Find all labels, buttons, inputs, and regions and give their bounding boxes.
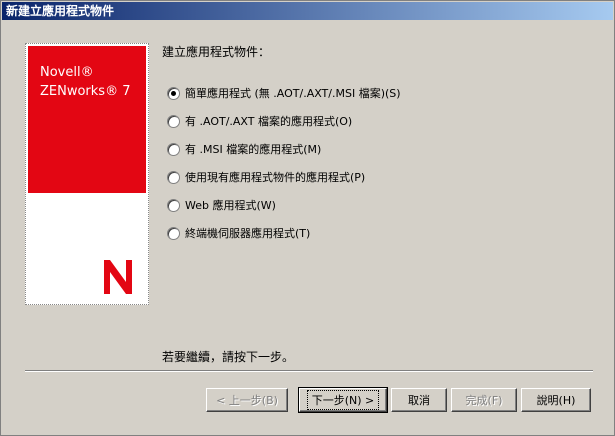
radio-simple-app[interactable] — [167, 86, 180, 100]
option-label: 使用現有應用程式物件的應用程式(P) — [185, 171, 366, 184]
brand-novell: Novell® — [40, 65, 94, 80]
section-heading: 建立應用程式物件： — [162, 45, 271, 59]
novell-n-logo-icon — [104, 260, 132, 294]
brand-banner: Novell® ZENworks® 7 — [25, 43, 149, 305]
title-bar[interactable]: 新建立應用程式物件 — [2, 2, 613, 20]
back-button[interactable]: < 上一步(B) — [206, 388, 288, 412]
option-terminal-server-app[interactable]: 終端機伺服器應用程式(T) — [167, 225, 310, 241]
next-button[interactable]: 下一步(N) > — [298, 387, 388, 413]
option-simple-app[interactable]: 簡單應用程式 (無 .AOT/.AXT/.MSI 檔案)(S) — [167, 85, 401, 101]
brand-zenworks: ZENworks® 7 — [40, 84, 131, 99]
help-button[interactable]: 說明(H) — [521, 388, 591, 412]
option-label: 終端機伺服器應用程式(T) — [185, 227, 311, 240]
brand-red-panel: Novell® ZENworks® 7 — [28, 46, 146, 193]
option-label: 有 .MSI 檔案的應用程式(M) — [185, 143, 322, 156]
option-web-app[interactable]: Web 應用程式(W) — [167, 197, 276, 213]
option-aot-axt-app[interactable]: 有 .AOT/.AXT 檔案的應用程式(O) — [167, 113, 352, 129]
continue-instruction: 若要繼續，請按下一步。 — [162, 350, 295, 364]
option-label: Web 應用程式(W) — [185, 199, 276, 212]
option-label: 有 .AOT/.AXT 檔案的應用程式(O) — [185, 115, 353, 128]
option-label: 簡單應用程式 (無 .AOT/.AXT/.MSI 檔案)(S) — [185, 87, 401, 100]
radio-existing-object-app[interactable] — [167, 170, 180, 184]
option-msi-app[interactable]: 有 .MSI 檔案的應用程式(M) — [167, 141, 321, 157]
radio-terminal-server-app[interactable] — [167, 226, 180, 240]
radio-aot-axt-app[interactable] — [167, 114, 180, 128]
window-title: 新建立應用程式物件 — [6, 4, 115, 18]
finish-button[interactable]: 完成(F) — [451, 388, 517, 412]
cancel-button[interactable]: 取消 — [391, 388, 447, 412]
next-button-label: 下一步(N) > — [306, 390, 380, 410]
wizard-dialog: 新建立應用程式物件 Novell® ZENworks® 7 建立應用程式物件： … — [0, 0, 615, 436]
footer-separator — [25, 370, 593, 372]
option-existing-object-app[interactable]: 使用現有應用程式物件的應用程式(P) — [167, 169, 365, 185]
radio-web-app[interactable] — [167, 198, 180, 212]
radio-msi-app[interactable] — [167, 142, 180, 156]
